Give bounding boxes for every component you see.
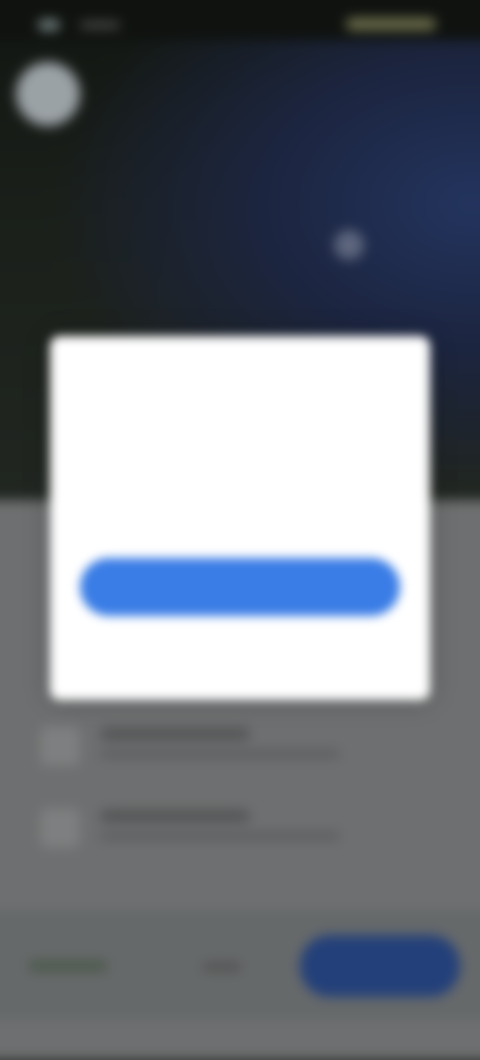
- battery-icon: [346, 18, 436, 30]
- bottom-left-button[interactable]: [28, 960, 108, 972]
- list-item-subtitle: [100, 750, 340, 758]
- modal-dialog: [50, 336, 430, 700]
- list-item[interactable]: [40, 716, 460, 776]
- list-item-icon: [40, 808, 80, 848]
- list-item-icon: [40, 726, 80, 766]
- list-item-title: [100, 810, 250, 822]
- status-bar: [0, 0, 480, 40]
- dialog-secondary-button[interactable]: [190, 636, 290, 672]
- status-time: [80, 22, 120, 28]
- bottom-middle-button[interactable]: [202, 962, 242, 972]
- notification-icon: [38, 20, 60, 30]
- bottom-primary-button[interactable]: [300, 935, 460, 997]
- list-item-subtitle: [100, 832, 340, 840]
- star-icon: [334, 230, 364, 260]
- list-item-title: [100, 728, 250, 740]
- list-item[interactable]: [40, 798, 460, 858]
- avatar[interactable]: [16, 62, 80, 126]
- dialog-primary-button[interactable]: [80, 558, 400, 616]
